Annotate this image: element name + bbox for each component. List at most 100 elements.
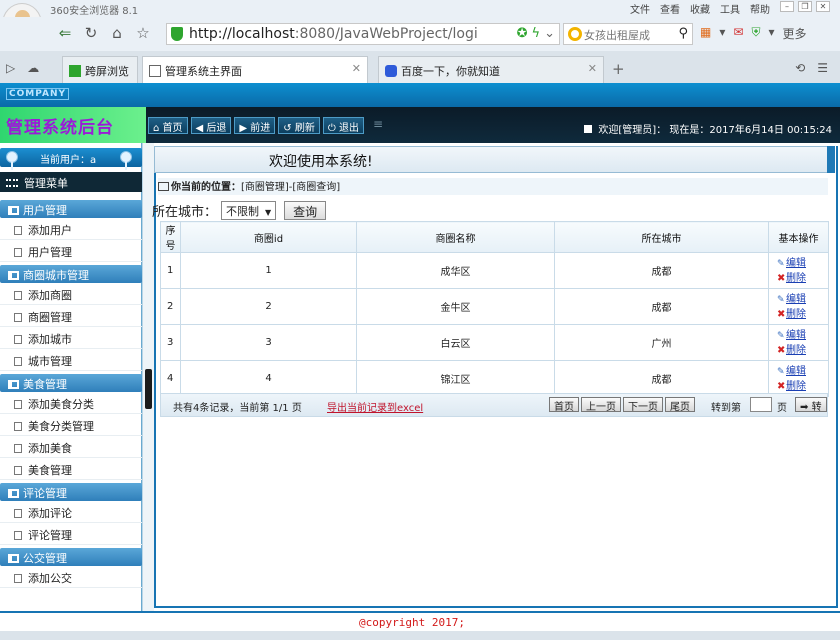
sidebar-item[interactable]: 评论管理 [0,523,142,545]
cloud-sync-icon[interactable]: ☁ [27,61,39,75]
sidebar-item[interactable]: 添加商圈 [0,283,142,305]
cloud-icon[interactable]: ✪ [517,26,528,41]
home-button[interactable]: ⌂ 首页 [148,117,188,134]
menu-help[interactable]: 帮助 [750,1,770,16]
forward-button[interactable]: ▶ 前进 [234,117,276,134]
browser-search-field[interactable]: 女孩出租屋成 ⚲ [563,23,693,45]
sidebar-collapse-handle[interactable] [145,369,152,409]
minimize-icon[interactable]: – [780,1,794,12]
sidebar-item[interactable]: 添加城市 [0,327,142,349]
close-icon[interactable]: ✕ [816,1,830,12]
new-tab-icon[interactable]: + [612,60,625,78]
sidebar-item[interactable]: 添加公交 [0,566,142,588]
back-button[interactable]: ◀ 后退 [190,117,232,134]
sidebar-toggle-icon[interactable]: ▷ [6,61,15,75]
forward-label: 前进 [250,123,271,134]
sidebar-item-label: 商圈管理 [28,311,72,324]
dropdown-icon[interactable]: ⌄ [544,26,555,41]
lightning-icon[interactable]: ϟ [532,26,541,41]
apps-dropdown-icon[interactable]: ▾ [719,25,725,42]
url-field[interactable]: http://localhost:8080/JavaWebProject/log… [166,23,560,45]
tab-close-icon[interactable]: ✕ [588,62,597,75]
pager: 共有4条记录，当前第 1/1 页 导出当前记录到excel 首页 上一页 下一页… [160,393,828,417]
menu-group-header[interactable]: 评论管理 [0,483,142,501]
menu-group-header[interactable]: 美食管理 [0,374,142,392]
sidebar-item[interactable]: 添加美食分类 [0,392,142,414]
baidu-paw-icon [385,65,397,77]
goto-page-input[interactable] [750,397,772,412]
menu-group-header[interactable]: 公交管理 [0,548,142,566]
sidebar-item[interactable]: 美食管理 [0,458,142,480]
browser-app-title: 360安全浏览器 8.1 [50,6,139,17]
delete-link[interactable]: 删除 [786,273,806,284]
back-label: 后退 [206,123,227,134]
city-filter-select[interactable]: 不限制 ▼ [221,200,277,220]
restore-tab-icon[interactable]: ⟲ [795,61,805,75]
tab-close-icon[interactable]: ✕ [352,62,361,75]
goto-button[interactable]: ➡ 转 [795,397,827,413]
refresh-button[interactable]: ↺ 刷新 [278,117,320,134]
logout-button[interactable]: ⏻ 退出 [322,117,364,134]
next-page-button[interactable]: 下一页 [623,397,663,413]
cell-id: 2 [180,288,357,325]
sidebar-item[interactable]: 用户管理 [0,240,142,262]
sidebar-item-label: 城市管理 [28,355,72,368]
last-page-button[interactable]: 尾页 [665,397,695,413]
menu-group-header[interactable]: 用户管理 [0,200,142,218]
export-excel-link[interactable]: 导出当前记录到excel [327,399,423,414]
header-nav: ⌂ 首页 ◀ 后退 ▶ 前进 ↺ 刷新 ⏻ 退出 ≡ [148,117,383,134]
menu-tools[interactable]: 工具 [720,1,740,16]
query-button[interactable]: 查询 [284,200,327,220]
delete-link[interactable]: 删除 [786,345,806,356]
menu-file[interactable]: 文件 [630,1,650,16]
pencil-icon: ✎ [777,330,785,341]
tab-baidu[interactable]: 百度一下，你就知道 ✕ [378,56,604,83]
edit-link[interactable]: 编辑 [786,330,806,341]
ring-stem [11,162,13,170]
sidebar-item[interactable]: 添加用户 [0,218,142,240]
security-icon[interactable]: ⛨ [751,25,760,42]
sidebar-item-label: 添加商圈 [28,289,72,302]
menu-lines-icon: ≡ [372,117,383,131]
edit-link[interactable]: 编辑 [786,258,806,269]
cell-name: 白云区 [356,324,555,361]
document-icon [14,400,22,409]
brand: 管理系统后台 [0,107,146,143]
menu-favorites[interactable]: 收藏 [690,1,710,16]
welcome-text: 欢迎使用本系统! [269,154,373,170]
more-button[interactable]: 更多 [782,25,806,42]
apps-icon[interactable]: ▦ [700,25,711,42]
search-icon[interactable]: ⚲ [678,26,688,41]
table-row: 4 4 锦江区 成都 ✎编辑 ✖删除 [160,360,829,397]
reload-icon[interactable]: ↻ [82,24,100,42]
sidebar-item[interactable]: 美食分类管理 [0,414,142,436]
window-controls: – ❐ ✕ [780,1,830,16]
document-icon [14,444,22,453]
tab-label: 百度一下，你就知道 [401,65,500,78]
sidebar-item[interactable]: 添加评论 [0,501,142,523]
notify-icon[interactable]: ✉ [733,25,743,42]
home-icon[interactable]: ⌂ [108,24,126,42]
delete-link[interactable]: 删除 [786,381,806,392]
edit-link[interactable]: 编辑 [786,294,806,305]
welcome-time: 欢迎[管理员]： 现在是：2017年6月14日 00:15:24 [598,125,832,136]
edit-link[interactable]: 编辑 [786,366,806,377]
tab-admin-main[interactable]: 管理系统主界面 ✕ [142,56,368,83]
star-icon[interactable]: ☆ [134,24,152,42]
tab-list-icon[interactable]: ☰ [817,61,828,75]
restore-icon[interactable]: ❐ [798,1,812,12]
tab-cross-screen[interactable]: 跨屏浏览 [62,56,138,83]
pencil-icon: ✎ [777,366,785,377]
prev-page-button[interactable]: 上一页 [581,397,621,413]
delete-link[interactable]: 删除 [786,309,806,320]
security-dropdown-icon[interactable]: ▾ [768,25,774,42]
sidebar-item[interactable]: 城市管理 [0,349,142,371]
first-page-button[interactable]: 首页 [549,397,579,413]
app-top-strip: COMPANY [0,83,840,107]
menu-view[interactable]: 查看 [660,1,680,16]
sidebar-item[interactable]: 添加美食 [0,436,142,458]
back-arrow-icon[interactable]: ⇐ [56,24,74,42]
menu-group-header[interactable]: 商圈城市管理 [0,265,142,283]
sidebar-item[interactable]: 商圈管理 [0,305,142,327]
menu-group-label: 公交管理 [23,552,67,565]
